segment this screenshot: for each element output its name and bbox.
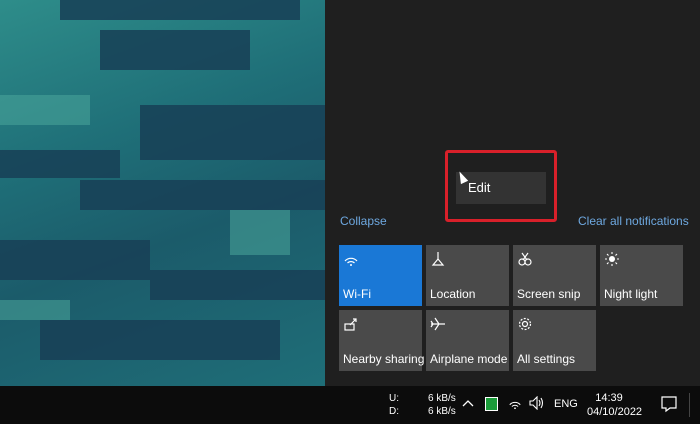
desktop-wallpaper [0,0,325,386]
upload-value: 6 kB/s [428,393,456,404]
edit-menu-item[interactable]: Edit [456,172,546,204]
date: 04/10/2022 [587,406,643,418]
tile-all-settings[interactable]: All settings [513,310,596,371]
input-language-indicator[interactable]: ENG [554,398,578,410]
tile-location[interactable]: Location [426,245,509,306]
tile-wifi[interactable]: Wi-Fi [339,245,422,306]
network-speed-labels: U: D: [389,392,399,418]
download-label: D: [389,406,399,417]
download-value: 6 kB/s [428,406,456,417]
tile-label: Nearby sharing [343,352,425,366]
network-speed-values: 6 kB/s 6 kB/s [428,392,456,418]
airplane-icon [430,316,448,334]
wifi-icon[interactable] [508,396,522,413]
gear-icon [517,316,535,334]
time: 14:39 [595,392,623,404]
night-light-icon [604,251,622,269]
volume-icon[interactable] [529,395,545,413]
clock[interactable]: 14:39 04/10/2022 [587,391,643,419]
tile-label: All settings [517,352,576,366]
nearby-sharing-icon [343,316,361,334]
upload-label: U: [389,393,399,404]
tile-label: Airplane mode [430,352,508,366]
tile-nearby-sharing[interactable]: Nearby sharing [339,310,425,371]
tile-airplane-mode[interactable]: Airplane mode [426,310,509,371]
tile-label: Wi-Fi [343,287,371,301]
quick-actions-grid: Wi-Fi Location Screen snip Night light N… [339,245,683,371]
location-icon [430,251,448,269]
collapse-link[interactable]: Collapse [340,214,387,228]
screen-snip-icon [517,251,535,269]
tile-label: Screen snip [517,287,581,301]
wifi-icon [343,251,361,269]
tile-empty-slot [600,310,683,371]
tile-label: Location [430,287,476,301]
tile-label: Night light [604,287,658,301]
notification-center-icon[interactable] [660,395,678,416]
tile-night-light[interactable]: Night light [600,245,683,306]
clear-all-notifications-link[interactable]: Clear all notifications [578,214,689,228]
show-desktop-divider [689,393,690,417]
show-hidden-icons-chevron-up-icon[interactable] [462,396,474,411]
tray-app-icon[interactable] [485,397,498,411]
tile-screen-snip[interactable]: Screen snip [513,245,596,306]
taskbar: U: D: 6 kB/s 6 kB/s ENG 14:39 04/10/2022 [0,386,700,424]
